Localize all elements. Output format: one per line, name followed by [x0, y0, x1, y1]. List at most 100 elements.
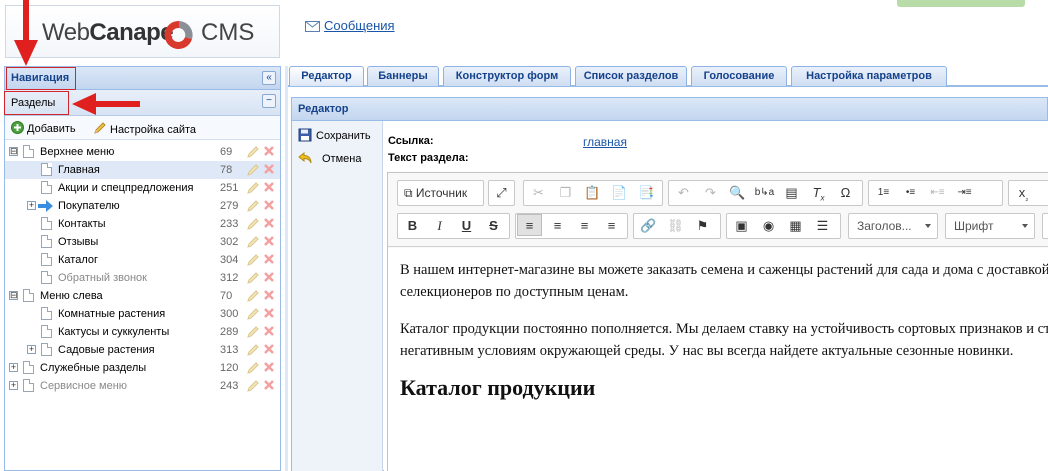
- tree-node[interactable]: + Покупателю 279: [5, 197, 280, 215]
- link-value[interactable]: главная: [583, 135, 627, 149]
- expand-icon[interactable]: +: [27, 345, 36, 354]
- tree-node[interactable]: Отзывы 302: [5, 233, 280, 251]
- copy-icon[interactable]: ❐: [553, 181, 578, 205]
- numbered-list-icon[interactable]: 1≡: [871, 181, 896, 205]
- add-section-button[interactable]: Добавить: [11, 121, 76, 135]
- delete-x-icon[interactable]: [263, 145, 275, 157]
- find-icon[interactable]: 🔍: [725, 181, 750, 205]
- table-icon[interactable]: ▦: [783, 214, 808, 238]
- edit-pencil-icon[interactable]: [246, 235, 260, 249]
- tree-node[interactable]: Контакты 233: [5, 215, 280, 233]
- expand-icon[interactable]: +: [9, 381, 18, 390]
- delete-x-icon[interactable]: [263, 289, 275, 301]
- subscript-icon[interactable]: x₂: [1011, 181, 1036, 205]
- tab-editor[interactable]: Редактор: [289, 66, 364, 86]
- image-icon[interactable]: ▣: [729, 214, 754, 238]
- delete-x-icon[interactable]: [263, 235, 275, 247]
- tree-node[interactable]: ⊟ Меню слева 70: [5, 287, 280, 305]
- paste-icon[interactable]: 📋: [580, 181, 605, 205]
- tree-node[interactable]: Каталог 304: [5, 251, 280, 269]
- tree-node[interactable]: Акции и спецпредложения 251: [5, 179, 280, 197]
- tab-form-builder[interactable]: Конструктор форм: [443, 66, 571, 86]
- cancel-button[interactable]: Отмена: [298, 151, 361, 165]
- edit-pencil-icon[interactable]: [246, 145, 260, 159]
- indent-icon[interactable]: ⇥≡: [952, 181, 977, 205]
- special-char-icon[interactable]: Ω: [833, 181, 858, 205]
- bulleted-list-icon[interactable]: •≡: [898, 181, 923, 205]
- edit-pencil-icon[interactable]: [246, 361, 260, 375]
- tree-node[interactable]: Обратный звонок 312: [5, 269, 280, 287]
- logo[interactable]: WebCanape CMS: [5, 5, 280, 58]
- edit-pencil-icon[interactable]: [246, 343, 260, 357]
- collapse-navigation-button[interactable]: «: [262, 71, 276, 85]
- tree-node[interactable]: + Служебные разделы 120: [5, 359, 280, 377]
- edit-pencil-icon[interactable]: [246, 163, 260, 177]
- align-center-icon[interactable]: ≡: [545, 214, 570, 238]
- tree-node[interactable]: + Сервисное меню 243: [5, 377, 280, 395]
- maximize-icon[interactable]: ⤢: [489, 181, 514, 205]
- cut-icon[interactable]: ✂: [526, 181, 551, 205]
- delete-x-icon[interactable]: [263, 271, 275, 283]
- delete-x-icon[interactable]: [263, 343, 275, 355]
- bold-icon[interactable]: B: [400, 214, 425, 238]
- tree-node[interactable]: Главная 78: [5, 161, 280, 179]
- delete-x-icon[interactable]: [263, 181, 275, 193]
- underline-icon[interactable]: U: [454, 214, 479, 238]
- delete-x-icon[interactable]: [263, 379, 275, 391]
- delete-x-icon[interactable]: [263, 325, 275, 337]
- delete-x-icon[interactable]: [263, 163, 275, 175]
- size-combo[interactable]: [1042, 213, 1048, 239]
- collapse-icon[interactable]: ⊟: [9, 291, 18, 300]
- tree-node[interactable]: Кактусы и суккуленты 289: [5, 323, 280, 341]
- italic-icon[interactable]: I: [427, 214, 452, 238]
- outdent-icon[interactable]: ⇤≡: [925, 181, 950, 205]
- delete-x-icon[interactable]: [263, 253, 275, 265]
- edit-pencil-icon[interactable]: [246, 271, 260, 285]
- replace-icon[interactable]: b↳a: [752, 181, 777, 205]
- tree-node[interactable]: ⊟ Верхнее меню 69: [5, 143, 280, 161]
- horizontal-rule-icon[interactable]: ☰: [810, 214, 835, 238]
- tab-voting[interactable]: Голосование: [691, 66, 787, 86]
- undo-icon[interactable]: ↶: [671, 181, 696, 205]
- edit-pencil-icon[interactable]: [246, 307, 260, 321]
- flash-icon[interactable]: ◉: [756, 214, 781, 238]
- editor-content[interactable]: В нашем интернет-магазине вы можете зака…: [388, 248, 1048, 471]
- edit-pencil-icon[interactable]: [246, 253, 260, 267]
- source-button[interactable]: ⧉ Источник: [398, 181, 473, 205]
- edit-pencil-icon[interactable]: [246, 217, 260, 231]
- collapse-sections-button[interactable]: −: [262, 94, 276, 108]
- link-icon[interactable]: 🔗: [636, 214, 661, 238]
- delete-x-icon[interactable]: [263, 361, 275, 373]
- align-left-icon[interactable]: ≡: [517, 214, 542, 236]
- tree-node[interactable]: Комнатные растения 300: [5, 305, 280, 323]
- tab-sections-list[interactable]: Список разделов: [575, 66, 687, 86]
- unlink-icon[interactable]: ⛓: [663, 214, 688, 238]
- anchor-flag-icon[interactable]: ⚑: [690, 214, 715, 238]
- site-settings-button[interactable]: Настройка сайта: [93, 121, 196, 136]
- redo-icon[interactable]: ↷: [698, 181, 723, 205]
- expand-icon[interactable]: +: [27, 201, 36, 210]
- paste-word-icon[interactable]: 📑: [634, 181, 659, 205]
- collapse-icon[interactable]: ⊟: [9, 147, 18, 156]
- justify-icon[interactable]: ≡: [599, 214, 624, 238]
- align-right-icon[interactable]: ≡: [572, 214, 597, 238]
- edit-pencil-icon[interactable]: [246, 289, 260, 303]
- font-combo[interactable]: Шрифт: [945, 213, 1035, 239]
- delete-x-icon[interactable]: [263, 307, 275, 319]
- edit-pencil-icon[interactable]: [246, 379, 260, 393]
- messages-link[interactable]: Сообщения: [305, 18, 395, 33]
- tab-parameters[interactable]: Настройка параметров: [791, 66, 947, 86]
- tab-banners[interactable]: Баннеры: [367, 66, 439, 86]
- edit-pencil-icon[interactable]: [246, 325, 260, 339]
- edit-pencil-icon[interactable]: [246, 181, 260, 195]
- select-all-icon[interactable]: ▤: [779, 181, 804, 205]
- panel-splitter[interactable]: [285, 66, 288, 471]
- strikethrough-icon[interactable]: S: [481, 214, 506, 238]
- delete-x-icon[interactable]: [263, 217, 275, 229]
- remove-format-icon[interactable]: Tx: [806, 181, 831, 205]
- expand-icon[interactable]: +: [9, 363, 18, 372]
- paste-text-icon[interactable]: 📄: [607, 181, 632, 205]
- save-button[interactable]: Сохранить: [298, 128, 371, 142]
- tree-node[interactable]: + Садовые растения 313: [5, 341, 280, 359]
- format-combo[interactable]: Заголов...: [848, 213, 938, 239]
